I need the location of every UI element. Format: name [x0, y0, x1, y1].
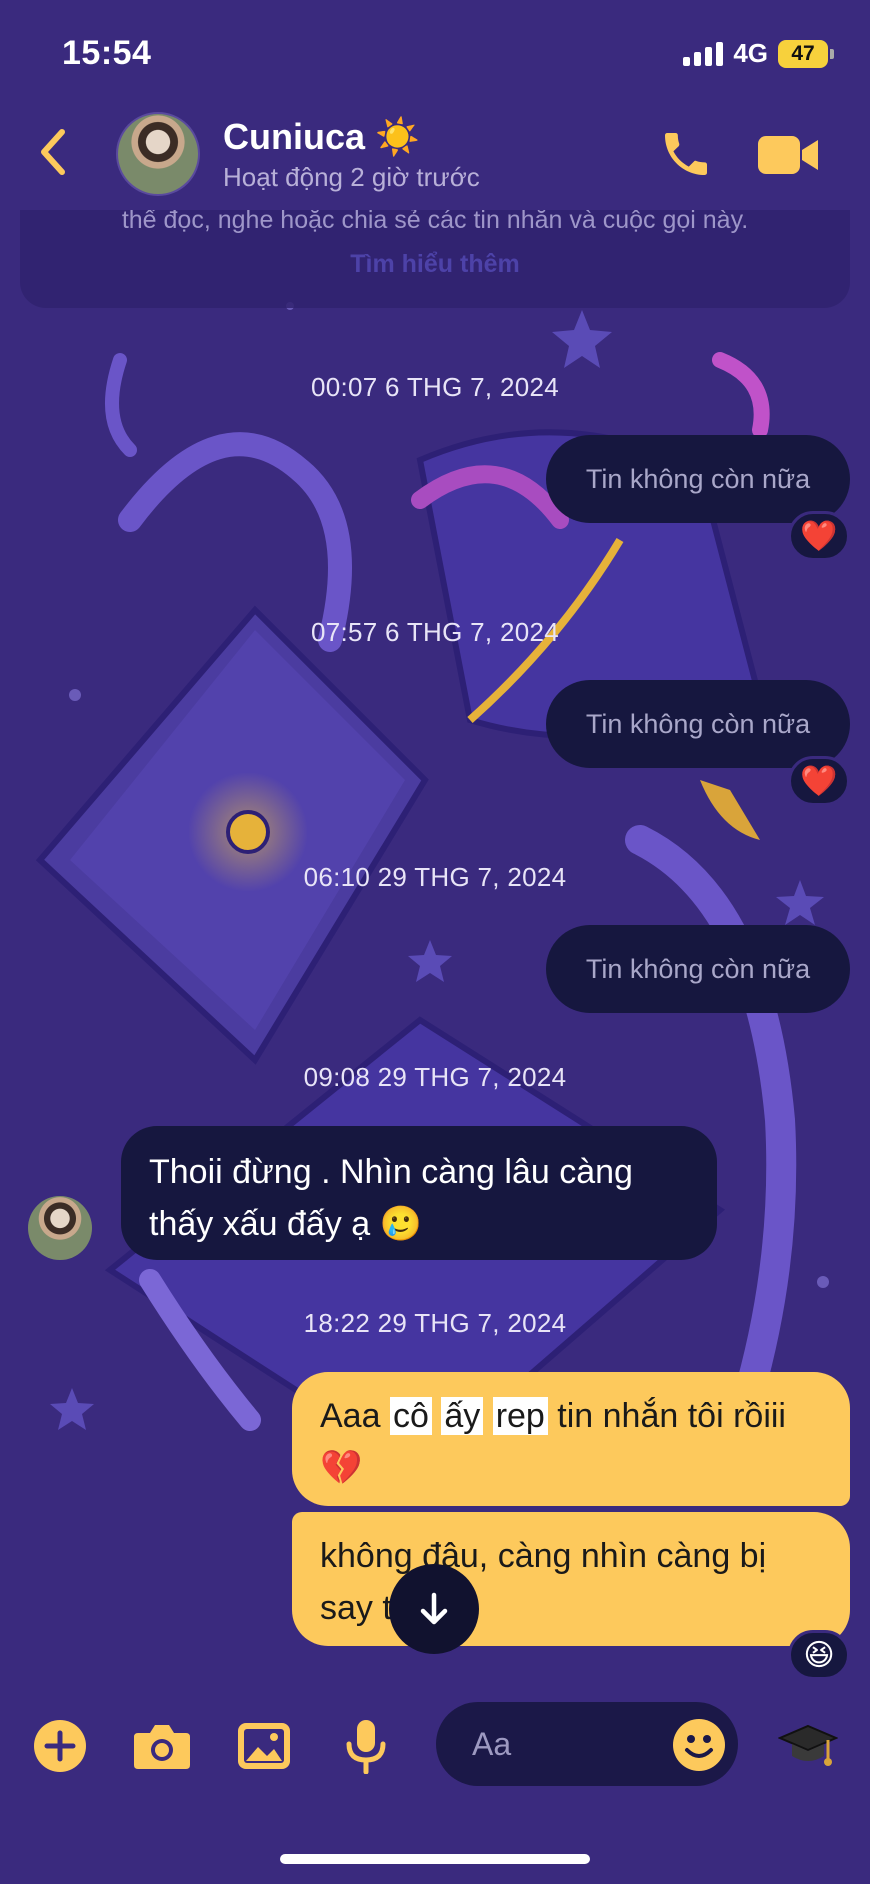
microphone-icon	[346, 1720, 386, 1774]
laughing-reaction[interactable]: 😆	[788, 1630, 850, 1680]
unsent-message[interactable]: Tin không còn nữa	[546, 680, 850, 768]
battery-level: 47	[778, 39, 828, 68]
camera-icon	[134, 1725, 190, 1769]
unsent-message[interactable]: Tin không còn nữa	[546, 435, 850, 523]
gallery-button[interactable]	[234, 1716, 294, 1776]
unsent-message[interactable]: Tin không còn nữa	[546, 925, 850, 1013]
outgoing-message[interactable]: Aaa cô ấy rep tin nhắn tôi rồiii 💔	[292, 1372, 850, 1506]
activity-status: Hoạt động 2 giờ trước	[223, 162, 480, 192]
home-indicator[interactable]	[280, 1854, 590, 1864]
status-indicators: 4G 47	[683, 38, 834, 69]
message-text: Aaa	[320, 1397, 390, 1435]
battery-icon: 47	[778, 39, 834, 68]
signal-icon	[683, 41, 724, 66]
message-timestamp: 00:07 6 THG 7, 2024	[310, 372, 560, 402]
heart-reaction[interactable]: ❤️	[788, 511, 850, 561]
incoming-message[interactable]: Thoii đừng . Nhìn càng lâu càng thấy xấu…	[121, 1126, 717, 1260]
image-icon	[238, 1723, 290, 1769]
message-composer: Aa	[0, 1690, 870, 1800]
quick-reaction-button[interactable]	[778, 1716, 838, 1776]
chat-header: Cuniuca ☀️ Hoạt động 2 giờ trước	[0, 100, 870, 210]
graduation-cap-icon	[778, 1724, 838, 1766]
status-time: 15:54	[62, 34, 152, 72]
learn-more-link[interactable]: Tìm hiểu thêm	[20, 250, 850, 279]
message-timestamp: 07:57 6 THG 7, 2024	[310, 617, 560, 647]
plus-circle-icon	[34, 1720, 86, 1772]
camera-button[interactable]	[132, 1716, 192, 1776]
smiley-icon	[673, 1719, 725, 1771]
voice-message-button[interactable]	[336, 1716, 396, 1776]
add-button[interactable]	[30, 1716, 90, 1776]
phone-icon	[665, 133, 707, 175]
voice-call-button[interactable]	[658, 126, 714, 182]
network-type: 4G	[733, 38, 768, 68]
message-timestamp: 18:22 29 THG 7, 2024	[303, 1308, 567, 1338]
highlighted-word: rep	[492, 1397, 548, 1435]
chevron-left-icon	[41, 129, 65, 175]
video-call-button[interactable]	[756, 130, 820, 180]
back-button[interactable]	[28, 122, 78, 182]
heart-reaction[interactable]: ❤️	[788, 756, 850, 806]
arrow-down-icon	[420, 1592, 448, 1625]
emoji-button[interactable]	[672, 1718, 726, 1772]
outgoing-message[interactable]: không đâu, càng nhìn càng bị say t ấy	[292, 1512, 850, 1646]
contact-name[interactable]: Cuniuca ☀️	[223, 116, 420, 158]
status-bar: 15:54 4G 47	[0, 0, 870, 100]
scroll-to-bottom-button[interactable]	[389, 1564, 479, 1654]
message-timestamp: 06:10 29 THG 7, 2024	[303, 862, 567, 892]
video-camera-icon	[758, 136, 818, 174]
highlighted-word: ấy	[441, 1397, 484, 1435]
notice-text: thể đọc, nghe hoặc chia sẻ các tin nhắn …	[121, 206, 749, 234]
highlighted-word: cô	[389, 1397, 432, 1435]
sender-avatar[interactable]	[28, 1196, 92, 1260]
contact-avatar[interactable]	[116, 112, 200, 196]
message-timestamp: 09:08 29 THG 7, 2024	[303, 1062, 567, 1092]
